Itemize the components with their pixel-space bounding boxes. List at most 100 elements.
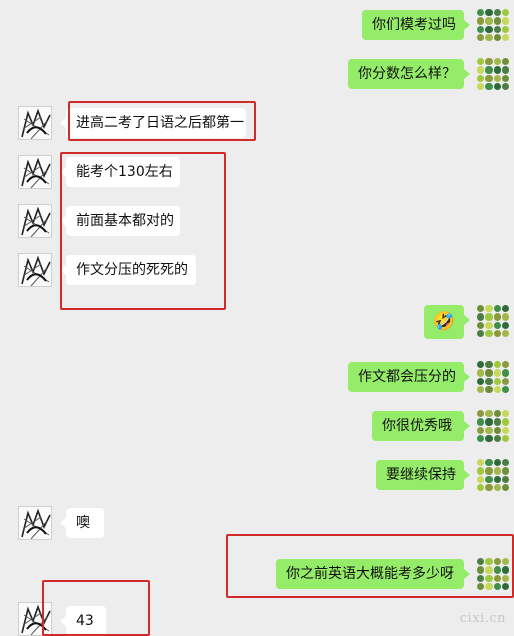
- avatar-dot: [477, 33, 485, 41]
- highlight-box: [226, 534, 514, 598]
- contact-avatar-other[interactable]: [18, 155, 52, 189]
- contact-avatar-other[interactable]: [18, 204, 52, 238]
- avatar-dot: [485, 305, 493, 313]
- avatar-dot: [477, 434, 485, 442]
- highlight-box: [68, 101, 256, 141]
- avatar-dot: [493, 418, 501, 426]
- avatar-dot: [493, 369, 501, 377]
- avatar-dot: [501, 418, 509, 426]
- sketch-portrait-icon: [21, 157, 51, 188]
- contact-avatar-other[interactable]: [18, 253, 52, 287]
- avatar-dot: [485, 385, 493, 393]
- avatar-dot: [493, 483, 501, 491]
- avatar-dot: [501, 459, 509, 467]
- avatar-dot: [485, 434, 493, 442]
- avatar-dot: [485, 82, 493, 90]
- avatar-dot: [477, 313, 485, 321]
- avatar-dot: [485, 475, 493, 483]
- contact-avatar-other[interactable]: [18, 506, 52, 540]
- avatar-dot: [493, 82, 501, 90]
- avatar-dot: [477, 25, 485, 33]
- avatar-dot: [477, 321, 485, 329]
- avatar-dot: [501, 313, 509, 321]
- message-bubble-outgoing[interactable]: 你很优秀哦: [372, 411, 470, 441]
- message-text: 作文都会压分的: [358, 369, 456, 385]
- avatar-dot: [493, 475, 501, 483]
- avatar-dot: [501, 9, 509, 17]
- avatar-dot: [477, 329, 485, 337]
- avatar-dot: [493, 58, 501, 66]
- message-bubble-outgoing[interactable]: 你们模考过吗: [362, 10, 470, 40]
- contact-avatar-self[interactable]: [476, 304, 510, 338]
- avatar-dot: [485, 467, 493, 475]
- avatar-dot: [501, 385, 509, 393]
- message-bubble-outgoing[interactable]: 要继续保持: [376, 460, 470, 490]
- message-text: 噢: [76, 515, 90, 531]
- avatar-dot: [485, 369, 493, 377]
- avatar-dot: [485, 17, 493, 25]
- avatar-dot: [501, 329, 509, 337]
- sketch-portrait-icon: [21, 108, 51, 139]
- avatar-dot: [493, 410, 501, 418]
- avatar-dot: [477, 9, 485, 17]
- avatar-dot: [477, 385, 485, 393]
- avatar-dot: [485, 418, 493, 426]
- avatar-dot: [477, 426, 485, 434]
- avatar-dot: [485, 74, 493, 82]
- contact-avatar-other[interactable]: [18, 106, 52, 140]
- avatar-dot: [485, 410, 493, 418]
- avatar-dot: [501, 305, 509, 313]
- avatar-dot: [493, 74, 501, 82]
- avatar-dot: [501, 321, 509, 329]
- avatar-dot: [501, 33, 509, 41]
- contact-avatar-self[interactable]: [476, 458, 510, 492]
- avatar-dot: [485, 321, 493, 329]
- avatar-dot: [477, 66, 485, 74]
- message-bubble-outgoing[interactable]: 你分数怎么样？: [348, 59, 470, 89]
- contact-avatar-self[interactable]: [476, 8, 510, 42]
- sketch-portrait-icon: [21, 508, 51, 539]
- avatar-dot: [485, 25, 493, 33]
- avatar-dot: [501, 475, 509, 483]
- message-bubble-incoming[interactable]: 噢: [60, 508, 104, 538]
- avatar-dot: [477, 459, 485, 467]
- avatar-dot: [501, 434, 509, 442]
- avatar-dot: [485, 58, 493, 66]
- avatar-dot: [501, 82, 509, 90]
- avatar-dot: [493, 329, 501, 337]
- message-bubble-outgoing[interactable]: 作文都会压分的: [348, 362, 470, 392]
- avatar-dot: [501, 74, 509, 82]
- avatar-dot: [501, 410, 509, 418]
- avatar-dot: [477, 418, 485, 426]
- message-bubble-outgoing[interactable]: 🤣: [424, 305, 470, 339]
- avatar-dot: [477, 369, 485, 377]
- avatar-dot: [501, 369, 509, 377]
- avatar-dot: [477, 361, 485, 369]
- avatar-dot: [477, 82, 485, 90]
- avatar-dot: [493, 459, 501, 467]
- avatar-dot: [485, 483, 493, 491]
- sketch-portrait-icon: [21, 255, 51, 286]
- avatar-dot: [493, 305, 501, 313]
- highlight-box: [60, 152, 226, 310]
- avatar-dot: [485, 33, 493, 41]
- avatar-dot: [485, 66, 493, 74]
- avatar-dot: [493, 361, 501, 369]
- avatar-dot: [501, 467, 509, 475]
- avatar-dot: [477, 483, 485, 491]
- avatar-dot: [493, 33, 501, 41]
- contact-avatar-self[interactable]: [476, 57, 510, 91]
- avatar-dot: [485, 9, 493, 17]
- avatar-dot: [477, 58, 485, 66]
- avatar-dot: [501, 25, 509, 33]
- message-text: 你很优秀哦: [382, 418, 452, 434]
- avatar-dot: [493, 321, 501, 329]
- avatar-dot: [501, 66, 509, 74]
- avatar-dot: [485, 377, 493, 385]
- avatar-dot: [477, 467, 485, 475]
- contact-avatar-self[interactable]: [476, 360, 510, 394]
- avatar-dot: [501, 377, 509, 385]
- avatar-dot: [493, 25, 501, 33]
- contact-avatar-self[interactable]: [476, 409, 510, 443]
- avatar-dot: [493, 313, 501, 321]
